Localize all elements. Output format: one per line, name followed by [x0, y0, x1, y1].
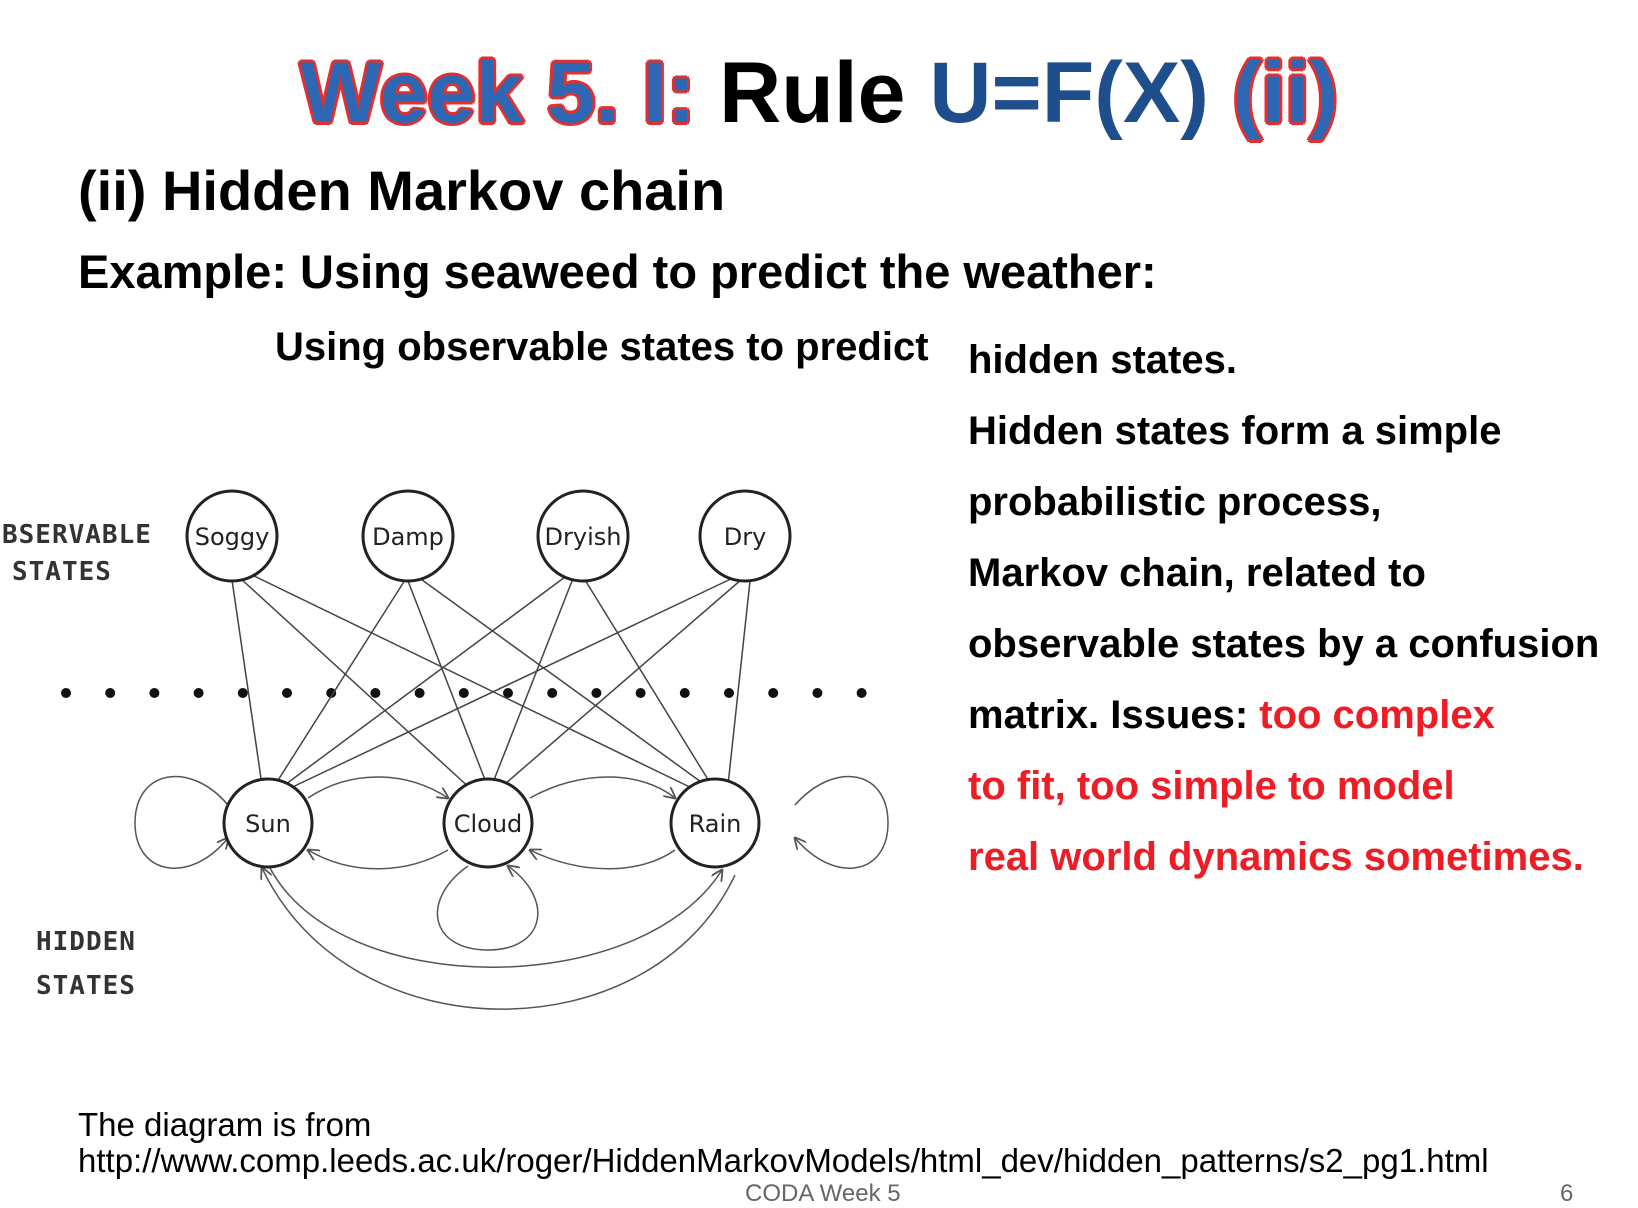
node-dry-label: Dry [724, 523, 767, 551]
node-dryish-label: Dryish [545, 523, 622, 551]
hidden-nodes: Sun Cloud Rain [222, 777, 761, 869]
slide-footer: CODA Week 5 [745, 1180, 901, 1207]
page-number: 6 [1560, 1180, 1574, 1207]
source-url[interactable]: http://www.comp.leeds.ac.uk/roger/Hidden… [78, 1142, 1489, 1180]
description: hidden states. Hidden states form a simp… [968, 325, 1628, 893]
source-label: The diagram is from [78, 1106, 372, 1143]
desc-line: probabilistic process, [968, 480, 1382, 524]
desc-line: hidden states. [968, 338, 1237, 382]
desc-line-issues: matrix. Issues: too complex [968, 680, 1628, 751]
title-part: (ii) [1232, 45, 1338, 141]
title-formula: U=F(X) [929, 45, 1209, 141]
slide-subtitle: (ii) Hidden Markov chain [78, 159, 726, 222]
issues-prefix: matrix. Issues: [968, 693, 1260, 737]
slide-title: Week 5. I: Rule U=F(X) (ii) [0, 46, 1638, 141]
node-damp-label: Damp [372, 523, 444, 551]
node-soggy-label: Soggy [195, 523, 270, 551]
node-sun-label: Sun [245, 810, 291, 838]
node-rain-label: Rain [689, 810, 742, 838]
desc-line: observable states by a confusion [968, 622, 1600, 666]
issues-red-3: real world dynamics sometimes. [968, 835, 1584, 879]
issues-red-2: to fit, too simple to model [968, 764, 1455, 808]
observable-nodes: Soggy Damp Dryish Dry [185, 489, 792, 583]
desc-line: Hidden states form a simple [968, 409, 1502, 453]
observable-label-line2: STATES [12, 557, 112, 587]
observable-label-line1: BSERVABLE [2, 520, 152, 550]
title-week: Week 5. I: [300, 45, 696, 141]
hmm-diagram: BSERVABLE STATES HIDDEN STATES Soggy Dam… [2, 489, 910, 1010]
issues-red-1: too complex [1259, 693, 1495, 737]
node-cloud-label: Cloud [454, 810, 523, 838]
emission-edges [231, 572, 751, 793]
hidden-label-line2: STATES [36, 971, 136, 1001]
title-rule: Rule [719, 45, 906, 141]
hidden-label-line1: HIDDEN [36, 927, 136, 957]
example-heading: Example: Using seaweed to predict the we… [78, 245, 1157, 298]
observable-line: Using observable states to predict [275, 325, 929, 369]
desc-line: Markov chain, related to [968, 551, 1426, 595]
